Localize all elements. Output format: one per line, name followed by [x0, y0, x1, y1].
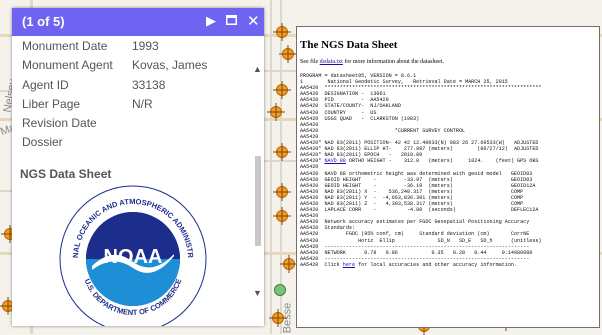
popup-scrollbar[interactable]: ▲ ▼ — [252, 36, 264, 326]
data-sheet-line: AA5420 Click here for local accuracies a… — [300, 261, 518, 268]
monument-marker-green[interactable] — [274, 284, 286, 296]
monument-marker[interactable] — [276, 26, 288, 38]
info-prefix: See file — [300, 59, 320, 65]
monument-marker[interactable] — [276, 84, 288, 96]
scroll-up-icon[interactable]: ▲ — [253, 64, 262, 74]
attr-label: Liber Page — [22, 97, 81, 111]
road — [264, 70, 296, 72]
attr-value: 1993 — [132, 39, 159, 53]
noaa-center-text: NOAA — [104, 246, 163, 268]
dsdata-link[interactable]: dsdata.txt — [320, 59, 343, 65]
data-sheet-line: AA5420 ---------------------------------… — [300, 243, 530, 250]
road — [264, 160, 296, 162]
attr-value: 33138 — [132, 78, 166, 92]
data-sheet-line: AA5420 Horiz Ellip SD_N SD_E SD_h (unitl… — [300, 237, 542, 244]
attr-value: Kovas, James — [132, 58, 208, 72]
popup-counter: (1 of 5) — [22, 14, 65, 29]
data-sheet-line: AA5420 GEOID HEIGHT - -36.10 (meters) GE… — [300, 182, 536, 189]
monument-marker[interactable] — [276, 210, 288, 222]
data-sheet-line: AA5420 FGDC (95% conf, cm) Standard devi… — [300, 231, 530, 238]
monument-marker[interactable] — [282, 48, 294, 60]
info-suffix: for more information about the datasheet… — [342, 59, 444, 65]
data-sheet-line: AA5420 LAPLACE CORR - -4.80 (seconds) DE… — [300, 207, 539, 214]
ngs-data-sheet-window[interactable]: The NGS Data Sheet See file dsdata.txt f… — [296, 26, 600, 328]
data-sheet-line: AA5420 ---------------------------------… — [300, 255, 530, 262]
attr-label: Monument Date — [22, 39, 108, 53]
data-sheet-text: PROGRAM = datasheet95, VERSION = 8.6.1 1 … — [300, 73, 541, 268]
next-feature-icon[interactable]: ▶ — [206, 13, 216, 29]
info-popup: (1 of 5) ▶ ✕ Monument Date 1993 Monument… — [12, 8, 264, 326]
monument-marker[interactable] — [270, 106, 282, 118]
monument-marker[interactable] — [283, 258, 295, 270]
attr-label: Dossier — [22, 135, 63, 149]
attr-label: Monument Agent — [22, 58, 113, 72]
scroll-down-icon[interactable]: ▼ — [253, 288, 262, 298]
attr-label: Agent ID — [22, 78, 69, 92]
monument-marker[interactable] — [272, 312, 284, 324]
data-sheet-line: AA5420 NAVD 88 orthometric height was de… — [300, 170, 533, 177]
monument-marker[interactable] — [276, 186, 288, 198]
accuracy-link[interactable]: here — [343, 262, 355, 268]
data-sheet-line: AA5420 NETWORK 0.78 0.86 0.35 0.28 0.44 … — [300, 249, 533, 256]
data-sheet-line: AA5420 NAD 83(2011) X - 536,240.317 (met… — [300, 188, 524, 195]
data-sheet-line: AA5420* NAVD 88 ORTHO HEIGHT - 312.0 (me… — [300, 158, 539, 165]
popup-content[interactable]: Monument Date 1993 Monument Agent Kovas,… — [12, 36, 252, 326]
data-sheet-line: AA5420 GEOID HEIGHT - -33.97 (meters) GE… — [300, 176, 533, 183]
ngs-data-sheet-heading: NGS Data Sheet — [20, 167, 112, 181]
maximize-icon[interactable] — [226, 13, 237, 28]
noaa-seal-logo: NOAA NATIONAL OCEANIC AND ATMOSPHERIC AD… — [58, 184, 207, 326]
data-sheet-info-line: See file dsdata.txt for more information… — [300, 59, 444, 65]
close-icon[interactable]: ✕ — [247, 12, 260, 30]
navd88-link[interactable]: NAVD 88 — [324, 158, 345, 164]
scroll-thumb[interactable] — [255, 156, 261, 246]
data-sheet-title: The NGS Data Sheet — [300, 39, 398, 51]
attr-value: N/R — [132, 97, 153, 111]
popup-header: (1 of 5) ▶ ✕ — [12, 8, 264, 36]
monument-marker[interactable] — [276, 146, 288, 158]
road — [270, 0, 272, 334]
attr-label: Revision Date — [22, 116, 97, 130]
